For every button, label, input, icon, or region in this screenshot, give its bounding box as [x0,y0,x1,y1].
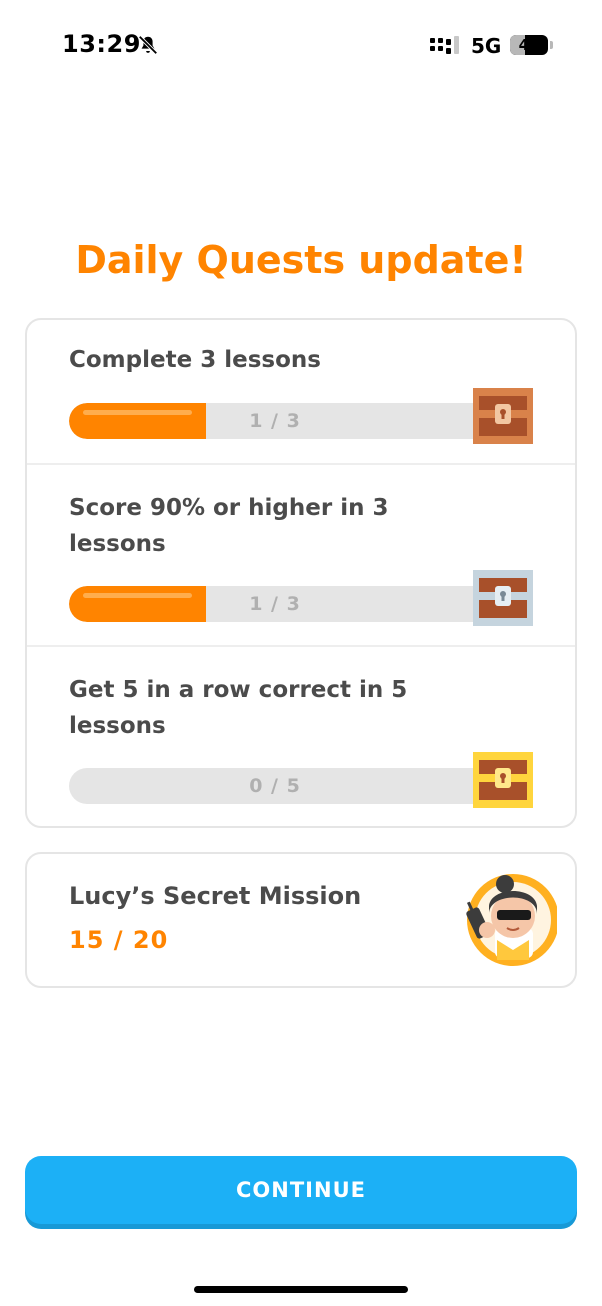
bell-slash-icon [138,35,158,55]
gold-chest-icon [473,752,533,808]
bronze-chest-icon [473,388,533,444]
network-type: 5G [471,34,502,58]
quest-progress-text: 0 / 5 [249,775,301,797]
quest-progress-bar: 0 / 5 [69,768,481,804]
battery-label: 40 [518,36,540,54]
status-time: 13:29 [62,30,141,58]
mission-title: Lucy’s Secret Mission [69,882,362,910]
quest-progress-bar: 1 / 3 [69,586,481,622]
home-indicator[interactable] [194,1286,408,1293]
battery-tip [550,41,553,49]
signal-icon [430,36,459,54]
quest-item: Get 5 in a row correct in 5 lessons 0 / … [27,646,575,826]
quest-progress-text: 1 / 3 [249,410,301,432]
page-title: Daily Quests update! [75,238,527,282]
quest-item: Score 90% or higher in 3 lessons 1 / 3 [27,464,575,646]
silver-chest-icon [473,570,533,626]
quest-label: Get 5 in a row correct in 5 lessons [69,677,408,739]
quest-label: Complete 3 lessons [69,347,321,373]
continue-button[interactable]: CONTINUE [25,1156,577,1224]
quest-card: Complete 3 lessons 1 / 3 Score 90% or hi… [25,318,577,828]
secret-mission-card[interactable]: Lucy’s Secret Mission 15 / 20 [25,852,577,988]
lucy-avatar-icon [466,874,557,966]
battery-icon: 40 [510,35,548,55]
quest-label: Score 90% or higher in 3 lessons [69,495,389,557]
status-bar: 13:29 5G 40 [0,0,602,92]
quest-progress-text: 1 / 3 [249,593,301,615]
mission-progress: 15 / 20 [69,926,169,954]
quest-item: Complete 3 lessons 1 / 3 [27,320,575,464]
quest-progress-bar: 1 / 3 [69,403,481,439]
